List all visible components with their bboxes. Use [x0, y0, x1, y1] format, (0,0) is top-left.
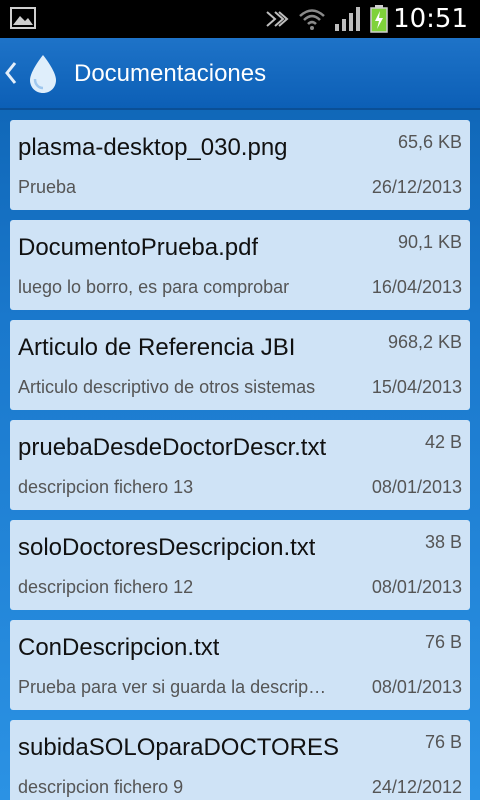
document-size: 76 B [424, 632, 462, 652]
list-item[interactable]: ConDescripcion.txt 76 B Prueba para ver … [10, 620, 470, 710]
document-size: 65,6 KB [397, 132, 462, 152]
document-description: Prueba para ver si guarda la descripcion [18, 677, 334, 697]
list-item[interactable]: Articulo de Referencia JBI 968,2 KB Arti… [10, 320, 470, 410]
document-date: 15/04/2013 [371, 377, 462, 397]
document-date: 08/01/2013 [371, 677, 462, 697]
document-date: 08/01/2013 [371, 577, 462, 597]
bluetooth-off-icon [266, 11, 289, 27]
document-size: 42 B [424, 432, 462, 452]
list-item[interactable]: DocumentoPrueba.pdf 90,1 KB luego lo bor… [10, 220, 470, 310]
document-size: 968,2 KB [387, 332, 462, 352]
document-name: soloDoctoresDescripcion.txt [18, 534, 316, 561]
document-description: descripcion fichero 9 [18, 777, 184, 797]
document-description: descripcion fichero 12 [18, 577, 194, 597]
back-chevron-icon[interactable] [4, 60, 18, 86]
action-bar: Documentaciones [0, 38, 480, 110]
document-name: plasma-desktop_030.png [18, 134, 288, 161]
gallery-icon [10, 7, 36, 29]
document-list: plasma-desktop_030.png 65,6 KB Prueba 26… [10, 120, 470, 800]
document-date: 08/01/2013 [371, 477, 462, 497]
document-description: luego lo borro, es para comprobar [18, 277, 290, 297]
document-name: pruebaDesdeDoctorDescr.txt [18, 434, 327, 461]
status-time: 10:51 [393, 4, 468, 34]
water-drop-icon[interactable] [26, 53, 60, 95]
page-title: Documentaciones [74, 60, 267, 87]
document-date: 16/04/2013 [371, 277, 462, 297]
battery-charging-icon [370, 5, 388, 33]
list-item[interactable]: plasma-desktop_030.png 65,6 KB Prueba 26… [10, 120, 470, 210]
status-icons [264, 5, 388, 33]
document-size: 38 B [424, 532, 462, 552]
document-name: Articulo de Referencia JBI [18, 334, 296, 361]
wifi-icon [299, 9, 325, 30]
document-description: Articulo descriptivo de otros sistemas [18, 377, 316, 397]
document-description: descripcion fichero 13 [18, 477, 194, 497]
document-size: 76 B [424, 732, 462, 752]
list-item[interactable]: soloDoctoresDescripcion.txt 38 B descrip… [10, 520, 470, 610]
list-item[interactable]: subidaSOLOparaDOCTORES 76 B descripcion … [10, 720, 470, 800]
status-bar: 10:51 [0, 0, 480, 38]
list-item[interactable]: pruebaDesdeDoctorDescr.txt 42 B descripc… [10, 420, 470, 510]
document-name: ConDescripcion.txt [18, 634, 220, 661]
document-date: 26/12/2013 [371, 177, 462, 197]
document-description: Prueba [18, 177, 77, 197]
document-name: subidaSOLOparaDOCTORES [18, 734, 340, 761]
document-size: 90,1 KB [397, 232, 462, 252]
document-date: 24/12/2012 [371, 777, 462, 797]
document-name: DocumentoPrueba.pdf [18, 234, 259, 261]
signal-icon [335, 7, 360, 31]
